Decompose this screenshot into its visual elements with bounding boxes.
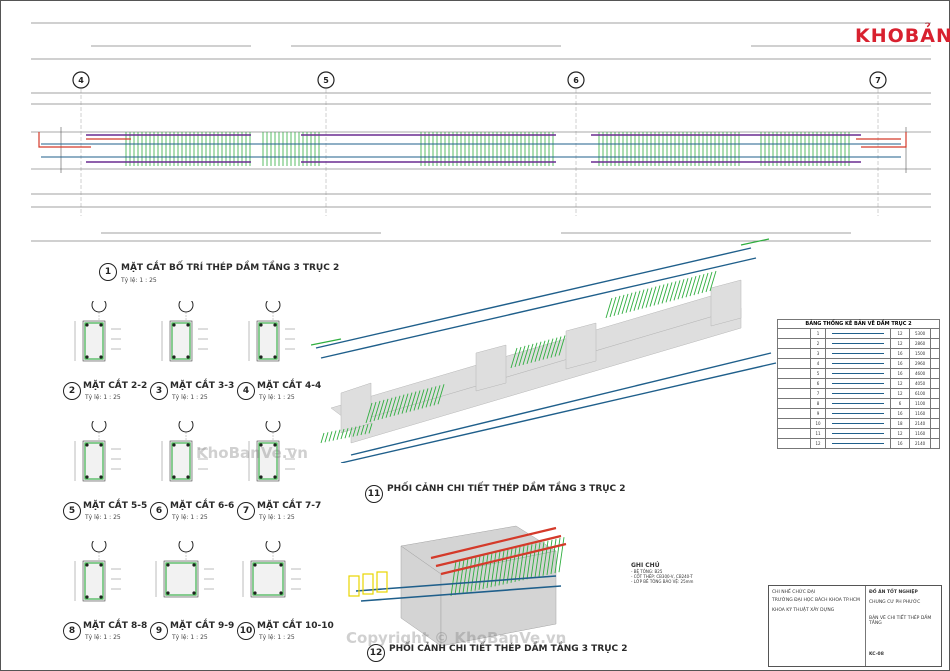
tb-project-name: CHUNG CƯ PH PHƯỚC xyxy=(869,600,921,605)
schedule-row: 3 16 1500 xyxy=(777,348,940,359)
perspective-1-number: 11 xyxy=(365,485,383,503)
schedule-row: 9 16 1160 xyxy=(777,408,940,419)
schedule-row: 10 18 2140 xyxy=(777,418,940,429)
svg-text:4: 4 xyxy=(78,76,84,85)
note-line: - LỚP BÊ TÔNG BẢO VỆ: 25mm xyxy=(631,579,694,584)
schedule-row: 2 12 2860 xyxy=(777,338,940,349)
section-5: 5 MẶT CẮT 5-5 Tỷ lệ: 1 : 25 xyxy=(59,417,147,535)
beam-elevation: 4 5 6 7 xyxy=(31,22,931,242)
section-title: MẶT CẮT 3-3 xyxy=(170,381,235,391)
section-title: MẶT CẮT 6-6 xyxy=(170,501,235,511)
svg-text:5: 5 xyxy=(323,76,329,85)
watermark-bottom: Copyright © KhoBanVe.vn xyxy=(346,629,567,647)
tb-project-label: ĐỒ ÁN TỐT NGHIỆP xyxy=(869,590,918,595)
svg-text:7: 7 xyxy=(875,76,881,85)
section-number: 4 xyxy=(237,382,255,400)
section-scale: Tỷ lệ: 1 : 25 xyxy=(259,634,295,641)
section-number: 8 xyxy=(63,622,81,640)
rebar-schedule-table: BẢNG THỐNG KÊ BẢN VẼ DẦM TRỤC 2 1 12 5300 … xyxy=(777,319,940,449)
section-4: 4 MẶT CẮT 4-4 Tỷ lệ: 1 : 25 xyxy=(233,297,321,415)
section-title: MẶT CẮT 10-10 xyxy=(257,621,334,631)
section-6: 6 MẶT CẮT 6-6 Tỷ lệ: 1 : 25 xyxy=(146,417,234,535)
schedule-row: 6 12 4050 xyxy=(777,378,940,389)
notes-block: GHI CHÚ - BÊ TÔNG: B25- CỐT THÉP: CB300-… xyxy=(631,562,765,584)
schedule-row: 5 16 4600 xyxy=(777,368,940,379)
perspective-1-title: PHỐI CẢNH CHI TIẾT THÉP DẦM TẦNG 3 TRỤC … xyxy=(387,484,626,494)
section-title: MẶT CẮT 5-5 xyxy=(83,501,148,511)
section-title: MẶT CẮT 9-9 xyxy=(170,621,235,631)
section-scale: Tỷ lệ: 1 : 25 xyxy=(172,634,208,641)
table-title: BẢNG THỐNG KÊ BẢN VẼ DẦM TRỤC 2 xyxy=(777,319,940,328)
section-scale: Tỷ lệ: 1 : 25 xyxy=(172,514,208,521)
section-number: 9 xyxy=(150,622,168,640)
schedule-row: 12 16 2140 xyxy=(777,438,940,449)
section-number: 7 xyxy=(237,502,255,520)
watermark-center: KhoBanVe.vn xyxy=(196,444,308,462)
grid-axis-6: 6 xyxy=(567,71,585,89)
section-7: 7 MẶT CẮT 7-7 Tỷ lệ: 1 : 25 xyxy=(233,417,321,535)
schedule-rows: 1 12 5300 2 12 2860 3 16 1500 4 16 2960 5 16 4600 … xyxy=(777,328,940,449)
schedule-row: 4 16 2960 xyxy=(777,358,940,369)
section-scale: Tỷ lệ: 1 : 25 xyxy=(85,634,121,641)
section-scale: Tỷ lệ: 1 : 25 xyxy=(259,394,295,401)
tb-dept: KHOA KỸ THUẬT XÂY DỰNG xyxy=(772,608,835,613)
tb-sheet: KC-08 xyxy=(869,652,884,657)
tb-org: CHI NHỀ CHỨC ĐẠI xyxy=(772,590,816,595)
section-2: 2 MẶT CẮT 2-2 Tỷ lệ: 1 : 25 xyxy=(59,297,147,415)
tb-drawing-title: BẢN VẼ CHI TIẾT THÉP DẦM TẦNG xyxy=(869,616,932,626)
section-number: 6 xyxy=(150,502,168,520)
section-number: 10 xyxy=(237,622,255,640)
schedule-row: 8 6 1100 xyxy=(777,398,940,409)
section-scale: Tỷ lệ: 1 : 25 xyxy=(85,394,121,401)
section-header-title: MẶT CẮT BỐ TRÍ THÉP DẦM TẦNG 3 TRỤC 2 xyxy=(121,263,340,273)
section-3: 3 MẶT CẮT 3-3 Tỷ lệ: 1 : 25 xyxy=(146,297,234,415)
section-title: MẶT CẮT 7-7 xyxy=(257,501,322,511)
perspective-view-upper xyxy=(311,238,777,463)
section-9: 9 MẶT CẮT 9-9 Tỷ lệ: 1 : 25 xyxy=(146,537,234,655)
grid-axis-7: 7 xyxy=(869,71,887,89)
section-number: 3 xyxy=(150,382,168,400)
drawing-sheet: KHOBẢNVẼ xyxy=(0,0,950,671)
section-scale: Tỷ lệ: 1 : 25 xyxy=(85,514,121,521)
schedule-row: 7 12 6100 xyxy=(777,388,940,399)
section-title: MẶT CẮT 2-2 xyxy=(83,381,148,391)
tb-school: TRƯỜNG ĐẠI HỌC BÁCH KHOA TP.HCM xyxy=(772,598,860,603)
section-number: 5 xyxy=(63,502,81,520)
schedule-row: 1 12 5300 xyxy=(777,328,940,339)
section-8: 8 MẶT CẮT 8-8 Tỷ lệ: 1 : 25 xyxy=(59,537,147,655)
title-block: CHI NHỀ CHỨC ĐẠI TRƯỜNG ĐẠI HỌC BÁCH KHO… xyxy=(768,585,942,667)
section-scale: Tỷ lệ: 1 : 25 xyxy=(172,394,208,401)
grid-axis-5: 5 xyxy=(317,71,335,89)
grid-axis-4: 4 xyxy=(72,71,90,89)
notes-title: GHI CHÚ xyxy=(631,562,660,569)
section-number: 2 xyxy=(63,382,81,400)
section-header-scale: Tỷ lệ: 1 : 25 xyxy=(121,277,157,284)
section-header-number: 1 xyxy=(99,263,117,281)
section-scale: Tỷ lệ: 1 : 25 xyxy=(259,514,295,521)
schedule-row: 11 12 1160 xyxy=(777,428,940,439)
section-title: MẶT CẮT 8-8 xyxy=(83,621,148,631)
section-10: 10 MẶT CẮT 10-10 Tỷ lệ: 1 : 25 xyxy=(233,537,334,655)
svg-text:6: 6 xyxy=(573,76,579,85)
